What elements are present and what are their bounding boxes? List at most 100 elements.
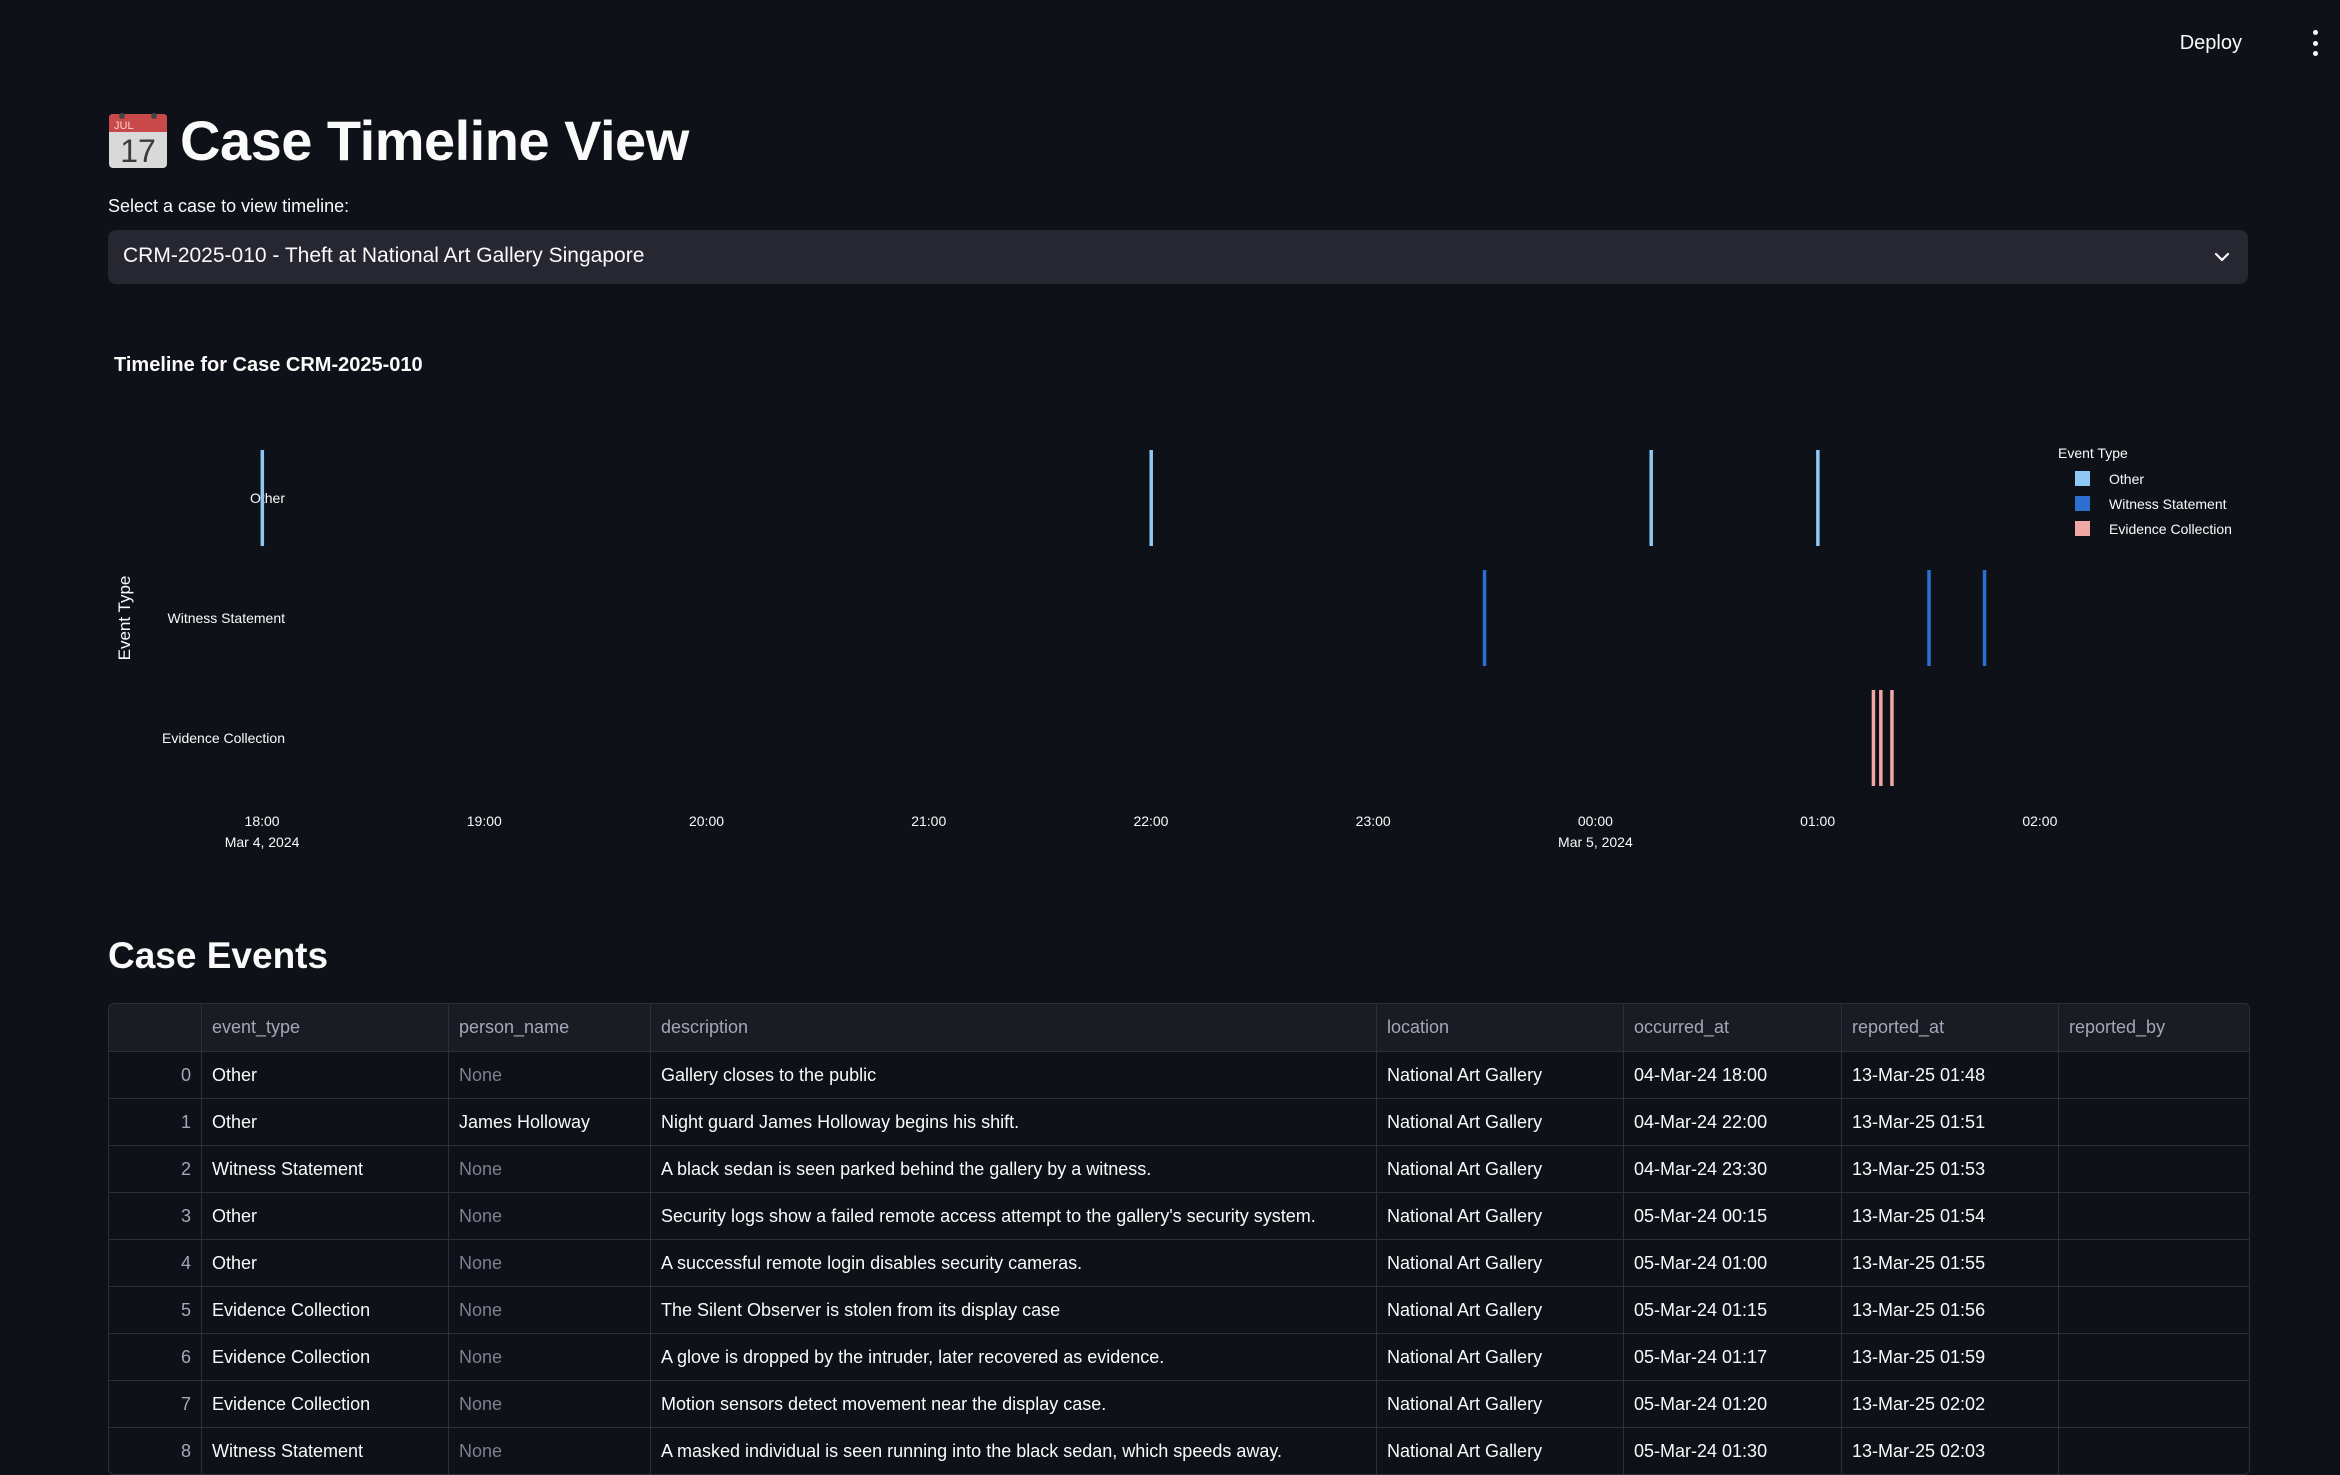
deploy-button[interactable]: Deploy bbox=[2172, 28, 2250, 59]
column-header-person-name[interactable]: person_name bbox=[448, 1004, 650, 1051]
cell-occurred-at: 05-Mar-24 01:00 bbox=[1623, 1240, 1841, 1286]
legend-label[interactable]: Other bbox=[2109, 471, 2144, 487]
case-events-table: event_type person_name description location… bbox=[108, 1003, 2250, 1475]
cell-person-name: None bbox=[448, 1287, 650, 1333]
cell-person-name: James Holloway bbox=[448, 1099, 650, 1145]
event-mark[interactable] bbox=[1982, 570, 1987, 666]
column-header-index[interactable] bbox=[109, 1004, 201, 1051]
kebab-menu-icon[interactable] bbox=[2310, 30, 2320, 56]
case-select-value: CRM-2025-010 - Theft at National Art Gal… bbox=[123, 244, 645, 267]
cell-reported-at: 13-Mar-25 01:48 bbox=[1841, 1052, 2058, 1098]
cell-reported-at: 13-Mar-25 01:54 bbox=[1841, 1193, 2058, 1239]
y-tick-label: Evidence Collection bbox=[162, 730, 285, 746]
legend-label[interactable]: Evidence Collection bbox=[2109, 521, 2232, 537]
cell-event-type: Other bbox=[201, 1099, 448, 1145]
cell-location: National Art Gallery bbox=[1376, 1381, 1623, 1427]
table-row[interactable]: 0 Other None Gallery closes to the public Na… bbox=[109, 1051, 2249, 1098]
cell-description: Motion sensors detect movement near the … bbox=[650, 1381, 1376, 1427]
cell-event-type: Other bbox=[201, 1193, 448, 1239]
cell-index: 3 bbox=[180, 1205, 191, 1226]
cell-location: National Art Gallery bbox=[1376, 1146, 1623, 1192]
legend-label[interactable]: Witness Statement bbox=[2109, 496, 2227, 512]
cell-index: 4 bbox=[180, 1252, 191, 1273]
cell-event-type: Evidence Collection bbox=[201, 1334, 448, 1380]
page-title: Case Timeline View bbox=[180, 108, 689, 172]
table-row[interactable]: 3 Other None Security logs show a failed re… bbox=[109, 1192, 2249, 1239]
x-tick-sublabel: Mar 5, 2024 bbox=[1558, 834, 1633, 850]
calendar-day: 17 bbox=[120, 133, 156, 169]
cell-occurred-at: 04-Mar-24 22:00 bbox=[1623, 1099, 1841, 1145]
case-events-title: Case Events bbox=[108, 935, 329, 976]
cell-description: Night guard James Holloway begins his sh… bbox=[650, 1099, 1376, 1145]
table-row[interactable]: 7 Evidence Collection None Motion sensors d… bbox=[109, 1380, 2249, 1427]
event-mark[interactable] bbox=[1649, 450, 1653, 546]
cell-person-name: None bbox=[448, 1381, 650, 1427]
cell-description: The Silent Observer is stolen from its d… bbox=[650, 1287, 1376, 1333]
x-tick-sublabel: Mar 4, 2024 bbox=[225, 834, 300, 850]
cell-reported-by bbox=[2058, 1099, 2249, 1145]
cell-description: Gallery closes to the public bbox=[650, 1052, 1376, 1098]
table-header-row: event_type person_name description location… bbox=[109, 1004, 2249, 1051]
column-header-event-type[interactable]: event_type bbox=[201, 1004, 448, 1051]
event-mark[interactable] bbox=[1871, 690, 1876, 786]
y-axis-label: Event Type bbox=[115, 576, 134, 661]
calendar-icon: JUL 17 bbox=[109, 113, 167, 169]
table-row[interactable]: 2 Witness Statement None A black sedan is s… bbox=[109, 1145, 2249, 1192]
event-mark[interactable] bbox=[1927, 570, 1931, 666]
cell-event-type: Other bbox=[201, 1052, 448, 1098]
cell-index: 8 bbox=[180, 1440, 191, 1461]
x-tick-label: 20:00 bbox=[689, 813, 724, 829]
cell-person-name: None bbox=[448, 1193, 650, 1239]
cell-location: National Art Gallery bbox=[1376, 1099, 1623, 1145]
column-header-reported-at[interactable]: reported_at bbox=[1841, 1004, 2058, 1051]
table-row[interactable]: 8 Witness Statement None A masked individua… bbox=[109, 1427, 2249, 1474]
cell-description: A black sedan is seen parked behind the … bbox=[650, 1146, 1376, 1192]
cell-reported-by bbox=[2058, 1428, 2249, 1474]
column-header-location[interactable]: location bbox=[1376, 1004, 1623, 1051]
table-row[interactable]: 5 Evidence Collection None The Silent Obser… bbox=[109, 1286, 2249, 1333]
event-mark[interactable] bbox=[1482, 570, 1487, 666]
table-row[interactable]: 6 Evidence Collection None A glove is dropp… bbox=[109, 1333, 2249, 1380]
cell-location: National Art Gallery bbox=[1376, 1428, 1623, 1474]
cell-person-name: None bbox=[448, 1334, 650, 1380]
cell-person-name: None bbox=[448, 1052, 650, 1098]
cell-description: A glove is dropped by the intruder, late… bbox=[650, 1334, 1376, 1380]
event-mark[interactable] bbox=[260, 450, 265, 546]
event-mark[interactable] bbox=[1816, 450, 1820, 546]
cell-occurred-at: 05-Mar-24 01:17 bbox=[1623, 1334, 1841, 1380]
cell-person-name: None bbox=[448, 1240, 650, 1286]
x-tick-label: 18:00 bbox=[245, 813, 280, 829]
column-header-reported-by[interactable]: reported_by bbox=[2058, 1004, 2249, 1051]
event-mark[interactable] bbox=[1879, 690, 1883, 786]
y-tick-label: Witness Statement bbox=[168, 610, 286, 626]
column-header-description[interactable]: description bbox=[650, 1004, 1376, 1051]
x-tick-label: 23:00 bbox=[1356, 813, 1391, 829]
cell-location: National Art Gallery bbox=[1376, 1287, 1623, 1333]
cell-occurred-at: 05-Mar-24 01:15 bbox=[1623, 1287, 1841, 1333]
cell-event-type: Other bbox=[201, 1240, 448, 1286]
column-header-occurred-at[interactable]: occurred_at bbox=[1623, 1004, 1841, 1051]
cell-person-name: None bbox=[448, 1146, 650, 1192]
cell-occurred-at: 04-Mar-24 18:00 bbox=[1623, 1052, 1841, 1098]
x-tick-label: 19:00 bbox=[467, 813, 502, 829]
cell-location: National Art Gallery bbox=[1376, 1193, 1623, 1239]
cell-person-name: None bbox=[448, 1428, 650, 1474]
cell-index: 2 bbox=[180, 1158, 191, 1179]
event-mark[interactable] bbox=[1149, 450, 1153, 546]
cell-reported-at: 13-Mar-25 02:03 bbox=[1841, 1428, 2058, 1474]
cell-index: 0 bbox=[180, 1064, 191, 1085]
cell-occurred-at: 05-Mar-24 01:30 bbox=[1623, 1428, 1841, 1474]
cell-index: 7 bbox=[180, 1393, 191, 1414]
cell-reported-at: 13-Mar-25 01:55 bbox=[1841, 1240, 2058, 1286]
cell-occurred-at: 04-Mar-24 23:30 bbox=[1623, 1146, 1841, 1192]
cell-location: National Art Gallery bbox=[1376, 1240, 1623, 1286]
table-row[interactable]: 4 Other None A successful remote login disa… bbox=[109, 1239, 2249, 1286]
cell-event-type: Witness Statement bbox=[201, 1146, 448, 1192]
x-tick-label: 22:00 bbox=[1133, 813, 1168, 829]
event-mark[interactable] bbox=[1890, 690, 1894, 786]
app-header: Deploy bbox=[0, 0, 2340, 88]
x-tick-label: 21:00 bbox=[911, 813, 946, 829]
table-row[interactable]: 1 Other James Holloway Night guard James Ho… bbox=[109, 1098, 2249, 1145]
case-select[interactable]: CRM-2025-010 - Theft at National Art Gal… bbox=[108, 230, 2248, 284]
legend-swatch bbox=[2075, 471, 2090, 486]
